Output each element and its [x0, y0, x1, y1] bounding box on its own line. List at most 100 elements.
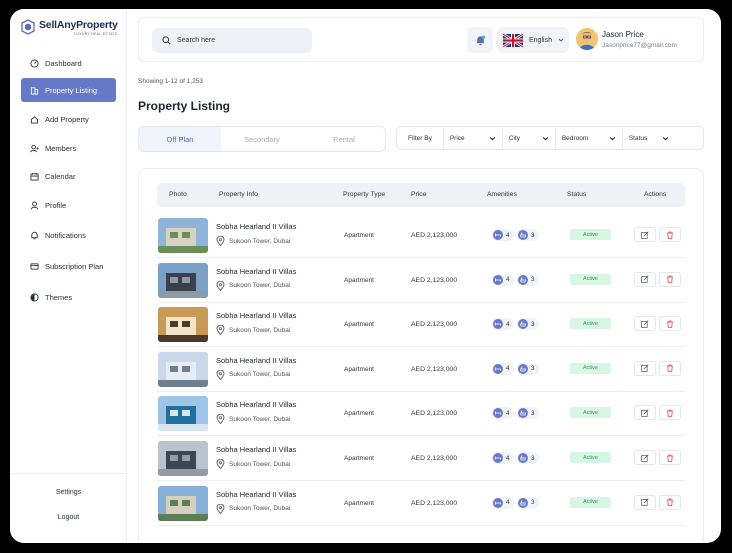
- tab-rental[interactable]: Rental: [303, 127, 385, 151]
- trash-icon: [667, 231, 673, 239]
- table-row[interactable]: Sobha Hearland II Villas Sukoon Tower, D…: [157, 348, 685, 392]
- sidebar-item-dashboard[interactable]: Dashboard: [21, 51, 116, 75]
- property-name[interactable]: Sobha Hearland II Villas: [216, 400, 296, 409]
- property-table-card: Photo Property Info Property Type Price …: [138, 168, 704, 543]
- property-name[interactable]: Sobha Hearland II Villas: [216, 490, 296, 499]
- bathrooms-count: 3: [531, 276, 535, 284]
- delete-button[interactable]: [659, 271, 681, 287]
- property-price: AED 2,123,000: [411, 410, 458, 418]
- search-input[interactable]: [177, 37, 297, 44]
- property-type: Apartment: [344, 365, 374, 373]
- language-selector[interactable]: English: [497, 27, 569, 53]
- sidebar: SellAnyProperty LUXURY REAL ESTATE Dashb…: [10, 9, 127, 543]
- delete-button[interactable]: [659, 494, 681, 510]
- sidebar-item-calendar[interactable]: Calendar: [21, 164, 116, 188]
- bedrooms-count: 4: [506, 320, 510, 328]
- sidebar-item-label: Add Property: [45, 114, 89, 124]
- sidebar-item-property-listing[interactable]: Property Listing: [21, 78, 116, 102]
- status-badge: Active: [570, 452, 611, 463]
- location-text: Sukoon Tower, Dubai: [229, 460, 291, 468]
- table-row[interactable]: Sobha Hearland II Villas Sukoon Tower, D…: [157, 259, 685, 303]
- property-location: Sukoon Tower, Dubai: [216, 414, 291, 425]
- property-price: AED 2,123,000: [411, 455, 458, 462]
- avatar[interactable]: [576, 28, 598, 50]
- chevron-down-icon: [662, 136, 669, 140]
- status-badge: Active: [570, 273, 611, 285]
- bed-icon: [493, 363, 503, 374]
- bedroom-filter[interactable]: Bedroom: [556, 127, 623, 149]
- location-text: Sukoon Tower, Dubai: [229, 371, 291, 379]
- property-photo[interactable]: [158, 307, 208, 343]
- delete-button[interactable]: [659, 450, 681, 465]
- bath-icon: [518, 319, 528, 330]
- property-location: Sukoon Tower, Dubai: [216, 325, 290, 336]
- status-badge: Active: [570, 229, 611, 240]
- bathrooms-count: 3: [531, 365, 535, 373]
- table-row[interactable]: Sobha Hearland II Villas Sukoon Tower, D…: [157, 303, 685, 348]
- status-badge: Active: [570, 496, 611, 508]
- delete-button[interactable]: [659, 227, 681, 242]
- property-name[interactable]: Sobha Hearland II Villas: [216, 267, 296, 276]
- property-photo[interactable]: [158, 396, 208, 432]
- bedrooms-count: 4: [506, 409, 510, 417]
- table-row[interactable]: Sobha Hearland II Villas Sukoon Tower, D…: [157, 437, 685, 481]
- property-name[interactable]: Sobha Hearland II Villas: [216, 445, 296, 454]
- edit-button[interactable]: [634, 494, 656, 510]
- tab-off-plan[interactable]: Off Plan: [139, 127, 221, 151]
- property-type: Apartment: [344, 499, 374, 507]
- price-filter[interactable]: Price: [444, 127, 503, 149]
- sidebar-item-label: Notifications: [45, 230, 86, 240]
- column-header: Property Info: [219, 191, 258, 198]
- table-row[interactable]: Sobha Hearland II Villas Sukoon Tower, D…: [157, 482, 685, 526]
- property-name[interactable]: Sobha Hearland II Villas: [216, 222, 296, 231]
- edit-button[interactable]: [634, 450, 656, 465]
- sidebar-item-themes[interactable]: Themes: [21, 285, 116, 309]
- table-row[interactable]: Sobha Hearland II Villas Sukoon Tower, D…: [157, 392, 685, 437]
- property-photo[interactable]: [158, 485, 208, 521]
- property-photo[interactable]: [158, 351, 208, 387]
- property-name[interactable]: Sobha Hearland II Villas: [216, 356, 296, 365]
- property-photo[interactable]: [158, 218, 208, 253]
- notification-button[interactable]: [467, 27, 493, 53]
- table-row[interactable]: Sobha Hearland II Villas Sukoon Tower, D…: [157, 214, 685, 258]
- tab-secondary[interactable]: Secondary: [221, 127, 303, 151]
- user-name: Jason Price: [602, 30, 644, 39]
- city-filter[interactable]: City: [503, 127, 556, 149]
- brand-logo[interactable]: SellAnyProperty LUXURY REAL ESTATE: [21, 19, 118, 36]
- delete-button[interactable]: [659, 360, 681, 376]
- bed-icon: [493, 230, 503, 240]
- property-price: AED 2,123,000: [411, 365, 458, 373]
- property-type: Apartment: [344, 321, 374, 329]
- property-photo[interactable]: [158, 262, 208, 298]
- edit-button[interactable]: [634, 316, 656, 332]
- bath-icon: [518, 453, 528, 463]
- property-name[interactable]: Sobha Hearland II Villas: [216, 311, 296, 320]
- sidebar-item-members[interactable]: Members: [21, 136, 116, 160]
- dashboard-icon: [30, 58, 39, 68]
- bed-icon: [493, 453, 503, 463]
- filter-label: Price: [449, 134, 465, 142]
- sidebar-item-profile[interactable]: Profile: [21, 193, 116, 217]
- property-photo[interactable]: [158, 441, 208, 476]
- sidebar-item-label: Profile: [45, 200, 67, 210]
- sidebar-item-notifications[interactable]: Notifications: [21, 223, 116, 247]
- delete-button[interactable]: [659, 316, 681, 332]
- edit-button[interactable]: [634, 227, 656, 242]
- search-bar[interactable]: [152, 28, 312, 53]
- calendar-icon: [30, 172, 39, 181]
- location-text: Sukoon Tower, Dubai: [229, 415, 291, 423]
- sidebar-item-add-property[interactable]: Add Property: [21, 107, 116, 131]
- location-pin-icon: [216, 369, 225, 380]
- status-filter[interactable]: Status: [623, 127, 675, 149]
- edit-button[interactable]: [634, 271, 656, 287]
- edit-button[interactable]: [634, 405, 656, 421]
- delete-button[interactable]: [659, 405, 681, 421]
- edit-button[interactable]: [634, 360, 656, 376]
- sidebar-item-subscription-plan[interactable]: Subscription Plan: [21, 254, 116, 278]
- profile-icon: [30, 201, 39, 210]
- logo-icon: [21, 19, 35, 35]
- property-type: Apartment: [344, 410, 374, 418]
- logout-link[interactable]: Logout: [10, 514, 127, 521]
- bathrooms-count: 3: [531, 409, 535, 417]
- settings-link[interactable]: Settings: [10, 489, 127, 496]
